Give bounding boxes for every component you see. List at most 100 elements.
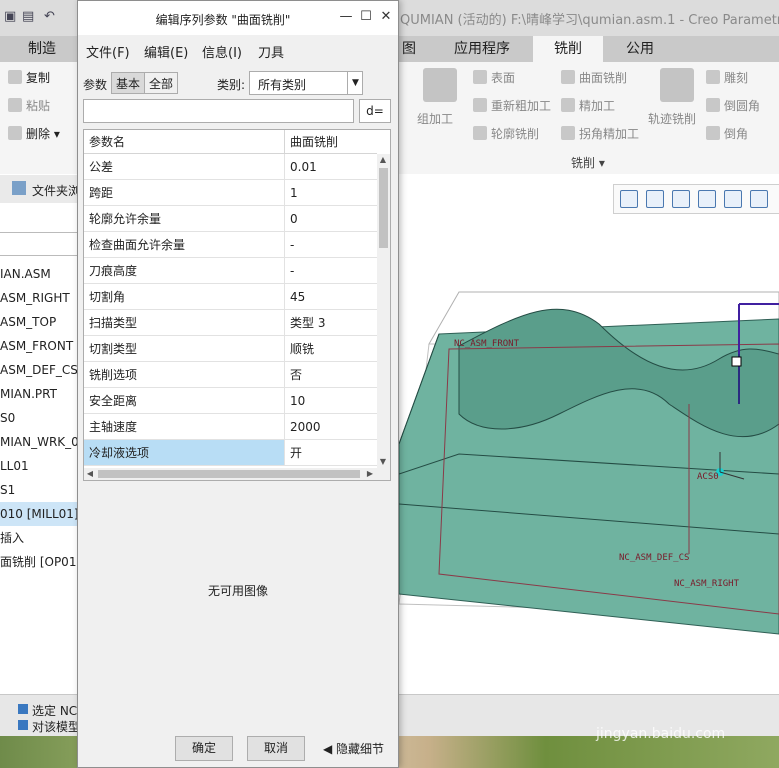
tree-item[interactable]: MIAN.PRT bbox=[0, 382, 78, 406]
tree-item[interactable]: S1 bbox=[0, 478, 78, 502]
app-icon[interactable]: ▣ bbox=[4, 9, 18, 24]
paste-button[interactable]: 粘贴 bbox=[8, 97, 50, 114]
param-value-cell[interactable]: 类型 3 bbox=[285, 310, 377, 336]
table-row[interactable]: 刀痕高度 - bbox=[84, 258, 377, 284]
param-name-cell[interactable]: 检查曲面允许余量 bbox=[84, 232, 285, 258]
saved-views-icon[interactable] bbox=[750, 190, 768, 208]
param-name-cell[interactable]: 切割类型 bbox=[84, 336, 285, 362]
param-name-cell[interactable]: 公差 bbox=[84, 154, 285, 180]
tree-item[interactable]: S0 bbox=[0, 406, 78, 430]
corner-finishing-button[interactable]: 拐角精加工 bbox=[561, 125, 639, 142]
table-row[interactable]: 切割类型 顺铣 bbox=[84, 336, 377, 362]
param-value-cell[interactable]: - bbox=[285, 232, 377, 258]
tree-item[interactable]: ASM_RIGHT bbox=[0, 286, 78, 310]
display-style-icon[interactable] bbox=[724, 190, 742, 208]
round-button[interactable]: 倒圆角 bbox=[706, 97, 760, 114]
save-icon[interactable]: ▤ bbox=[22, 9, 36, 24]
table-row[interactable]: 冷却液选项开 bbox=[84, 440, 377, 466]
tree-item[interactable]: MIAN_WRK_0 bbox=[0, 430, 78, 454]
close-icon[interactable]: ✕ bbox=[378, 9, 394, 25]
vertical-scrollbar[interactable]: ▲ ▼ bbox=[377, 154, 390, 468]
table-row[interactable]: 公差 0.01 bbox=[84, 154, 377, 180]
param-name-cell[interactable]: 切割角 bbox=[84, 284, 285, 310]
table-row[interactable]: 主轴速度 2000 bbox=[84, 414, 377, 440]
param-name-cell[interactable]: 安全距离 bbox=[84, 388, 285, 414]
horizontal-scrollbar[interactable]: ◀ ▶ bbox=[84, 468, 390, 480]
copy-button[interactable]: 复制 bbox=[8, 69, 50, 86]
zoom-out-icon[interactable] bbox=[672, 190, 690, 208]
scroll-left-icon[interactable]: ◀ bbox=[84, 468, 96, 480]
column-header-value[interactable]: 曲面铣削 bbox=[285, 130, 377, 154]
tab-view[interactable]: 图 bbox=[399, 36, 419, 62]
param-value-cell[interactable]: 否 bbox=[285, 362, 377, 388]
zoom-in-icon[interactable] bbox=[646, 190, 664, 208]
engraving-button[interactable]: 雕刻 bbox=[706, 69, 748, 86]
tree-item[interactable]: LL01 bbox=[0, 454, 78, 478]
minimize-icon[interactable]: — bbox=[338, 9, 354, 25]
param-value-cell[interactable]: 2000 bbox=[285, 414, 377, 440]
delete-button[interactable]: 删除 ▾ bbox=[8, 125, 60, 142]
graphics-viewport[interactable]: NC_ASM_FRONT ACS0 NC_ASM_DEF_CS NC_ASM_R… bbox=[398, 174, 779, 694]
param-name-cell[interactable]: 轮廓允许余量 bbox=[84, 206, 285, 232]
tab-basic[interactable]: 基本 bbox=[111, 72, 145, 94]
param-name-cell[interactable]: 扫描类型 bbox=[84, 310, 285, 336]
param-name-cell[interactable]: 刀痕高度 bbox=[84, 258, 285, 284]
undo-icon[interactable]: ↶ bbox=[44, 9, 58, 24]
tree-item[interactable]: ASM_FRONT bbox=[0, 334, 78, 358]
horizontal-scroll-thumb[interactable] bbox=[98, 470, 360, 478]
refit-icon[interactable] bbox=[620, 190, 638, 208]
folder-browser-tab[interactable]: 文件夹浏 bbox=[0, 175, 80, 203]
menu-tool[interactable]: 刀具 bbox=[258, 42, 284, 61]
param-name-cell[interactable]: 冷却液选项 bbox=[84, 440, 285, 466]
tab-common[interactable]: 公用 bbox=[614, 36, 666, 62]
group-machining-button[interactable]: 组加工 bbox=[417, 110, 453, 127]
param-value-cell[interactable]: 顺铣 bbox=[285, 336, 377, 362]
param-value-cell[interactable]: 10 bbox=[285, 388, 377, 414]
param-value-cell[interactable]: - bbox=[285, 258, 377, 284]
table-row[interactable]: 检查曲面允许余量 - bbox=[84, 232, 377, 258]
repaint-icon[interactable] bbox=[698, 190, 716, 208]
table-row[interactable]: 扫描类型 类型 3 bbox=[84, 310, 377, 336]
trajectory-milling-icon[interactable] bbox=[660, 68, 694, 102]
chamfer-button[interactable]: 倒角 bbox=[706, 125, 748, 142]
param-value-cell[interactable]: 开 bbox=[285, 440, 377, 466]
group-machining-icon[interactable] bbox=[423, 68, 457, 102]
table-row[interactable]: 安全距离 10 bbox=[84, 388, 377, 414]
rerough-button[interactable]: 重新粗加工 bbox=[473, 97, 551, 114]
tree-item[interactable]: ASM_DEF_CS bbox=[0, 358, 78, 382]
tab-all[interactable]: 全部 bbox=[144, 72, 178, 94]
menu-info[interactable]: 信息(I) bbox=[202, 42, 242, 61]
menu-file[interactable]: 文件(F) bbox=[86, 42, 130, 61]
finishing-button[interactable]: 精加工 bbox=[561, 97, 615, 114]
tree-item[interactable]: 面铣削 [OP01 bbox=[0, 550, 78, 574]
tree-filter-input[interactable] bbox=[0, 232, 78, 256]
trajectory-milling-button[interactable]: 轨迹铣削 bbox=[648, 110, 696, 127]
profile-milling-button[interactable]: 轮廓铣削 bbox=[473, 125, 539, 142]
category-select[interactable]: 所有类别 ▼ bbox=[249, 71, 363, 95]
tree-item[interactable]: IAN.ASM bbox=[0, 262, 78, 286]
param-value-cell[interactable]: 0 bbox=[285, 206, 377, 232]
tree-item[interactable]: ASM_TOP bbox=[0, 310, 78, 334]
param-search-input[interactable] bbox=[83, 99, 354, 123]
scroll-down-icon[interactable]: ▼ bbox=[377, 456, 389, 468]
tree-item[interactable]: 010 [MILL01] bbox=[0, 502, 78, 526]
maximize-icon[interactable]: ☐ bbox=[358, 9, 374, 25]
table-row[interactable]: 轮廓允许余量 0 bbox=[84, 206, 377, 232]
ok-button[interactable]: 确定 bbox=[175, 736, 233, 761]
param-name-cell[interactable]: 主轴速度 bbox=[84, 414, 285, 440]
surface-milling-button[interactable]: 曲面铣削 bbox=[561, 69, 627, 86]
table-row[interactable]: 铣削选项否 bbox=[84, 362, 377, 388]
tab-applications[interactable]: 应用程序 bbox=[444, 36, 520, 62]
param-value-cell[interactable]: 1 bbox=[285, 180, 377, 206]
tree-item[interactable]: 插入 bbox=[0, 526, 78, 550]
hide-details-button[interactable]: ◀ 隐藏细节 bbox=[323, 740, 384, 757]
param-search-button[interactable]: d= bbox=[359, 99, 391, 123]
param-value-cell[interactable]: 45 bbox=[285, 284, 377, 310]
param-value-cell[interactable]: 0.01 bbox=[285, 154, 377, 180]
scroll-right-icon[interactable]: ▶ bbox=[364, 468, 376, 480]
column-header-name[interactable]: 参数名 bbox=[84, 130, 285, 154]
tab-milling[interactable]: 铣削 bbox=[533, 36, 603, 62]
vertical-scroll-thumb[interactable] bbox=[379, 168, 388, 248]
table-row[interactable]: 跨距 1 bbox=[84, 180, 377, 206]
param-name-cell[interactable]: 铣削选项 bbox=[84, 362, 285, 388]
